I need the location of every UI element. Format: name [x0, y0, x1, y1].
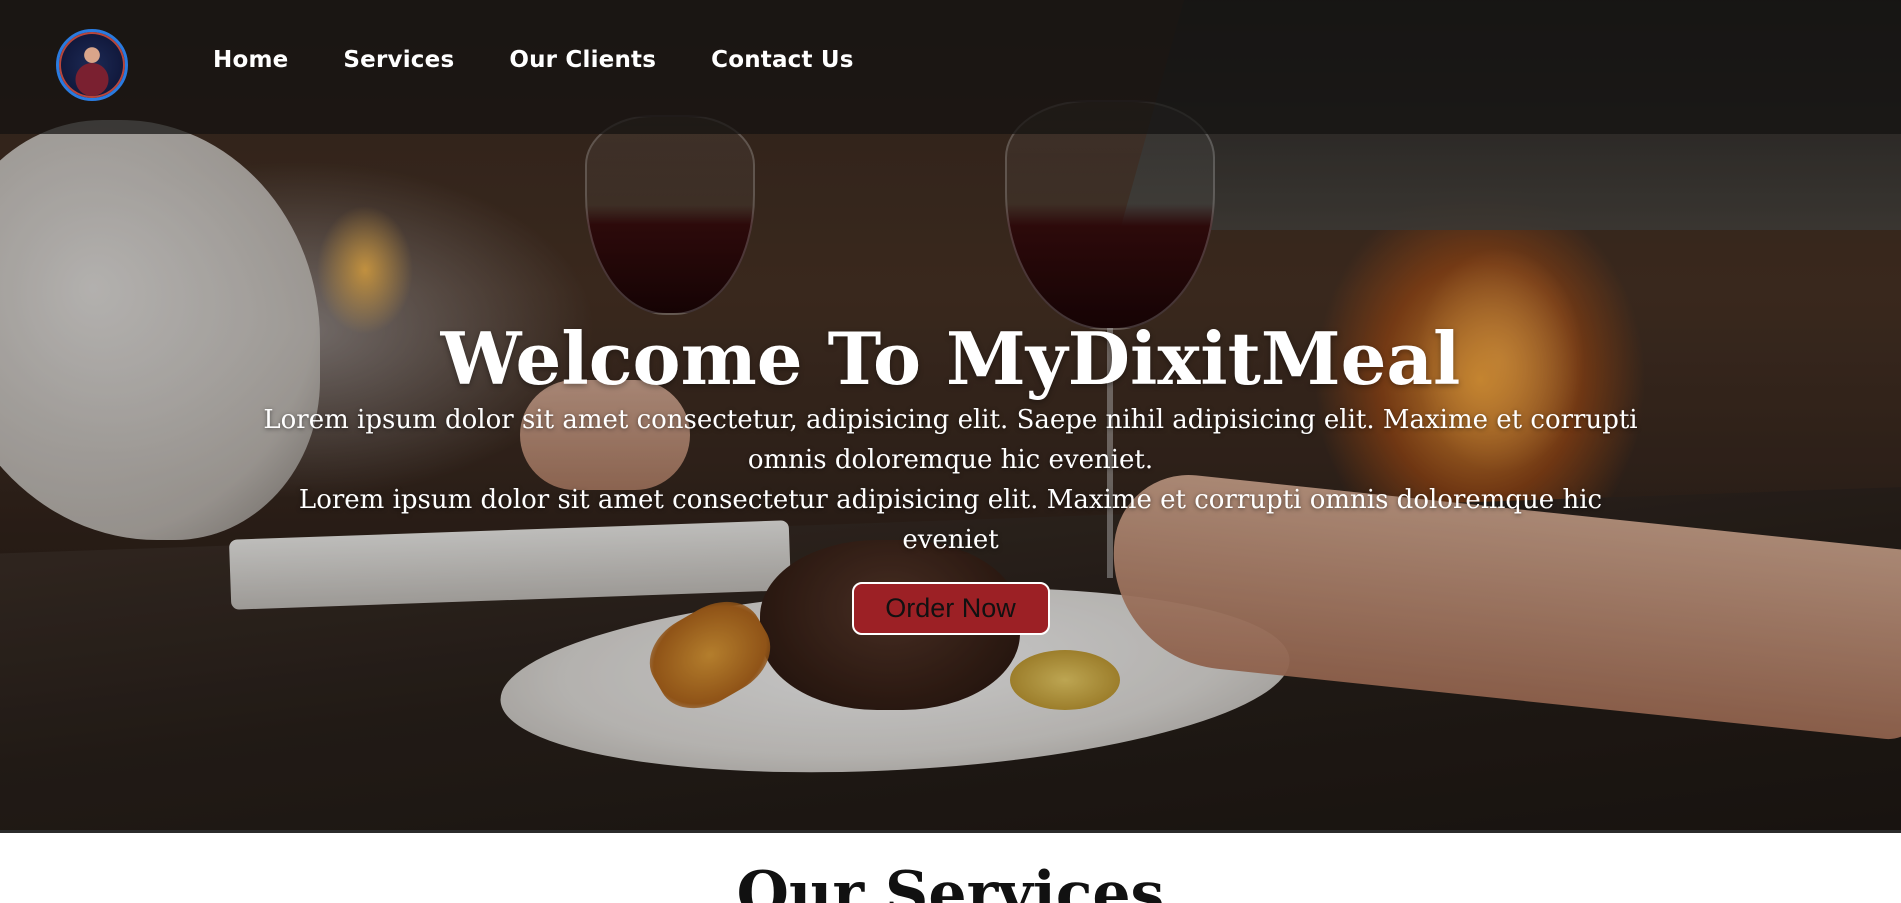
services-section: Our Services — [0, 833, 1901, 903]
services-title: Our Services — [736, 859, 1165, 903]
hero-description: Lorem ipsum dolor sit amet consectetur, … — [251, 400, 1651, 560]
hero-title: Welcome To MyDixitMeal — [440, 316, 1461, 401]
nav-link-services[interactable]: Services — [343, 47, 454, 73]
nav-link-our-clients[interactable]: Our Clients — [509, 47, 656, 73]
hero-paragraph-1: Lorem ipsum dolor sit amet consectetur, … — [263, 405, 1638, 475]
nav-link-contact-us[interactable]: Contact Us — [711, 47, 854, 73]
order-now-button[interactable]: Order Now — [851, 582, 1050, 635]
nav-link-home[interactable]: Home — [213, 47, 288, 73]
navbar: Home Services Our Clients Contact Us — [0, 0, 1901, 134]
hero-content: Welcome To MyDixitMeal Lorem ipsum dolor… — [0, 318, 1901, 635]
hero-paragraph-2: Lorem ipsum dolor sit amet consectetur a… — [298, 485, 1603, 555]
avatar[interactable] — [56, 29, 128, 101]
nav-links: Home Services Our Clients Contact Us — [213, 47, 854, 73]
